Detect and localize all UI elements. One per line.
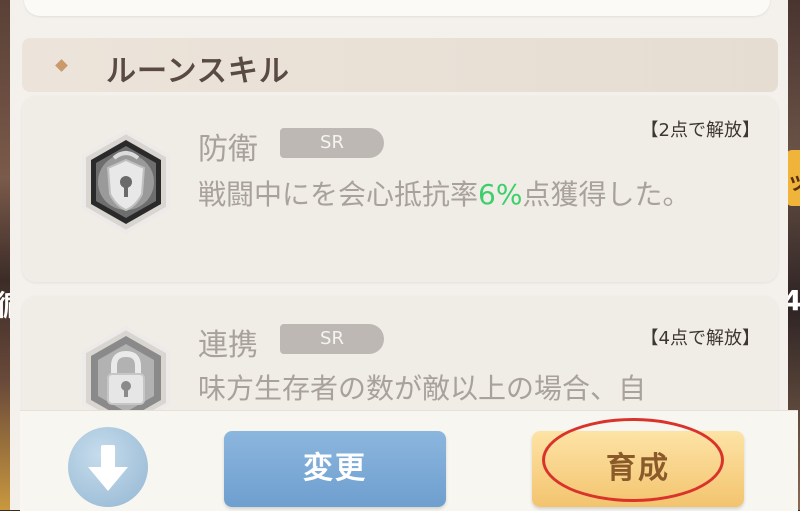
rarity-badge: SR [280, 324, 384, 354]
unlock-requirement: 【4点で解放】 [640, 328, 760, 349]
change-button[interactable]: 変更 [224, 431, 446, 507]
skill-description-text: 点獲得した。 [522, 178, 691, 211]
background-badge-text: ッ [787, 170, 800, 195]
unlock-requirement: 【2点で解放】 [640, 120, 760, 141]
section-title: ルーンスキル [106, 54, 290, 89]
section-header: ルーンスキル [22, 38, 778, 92]
skill-description: 味方生存者の数が敵以上の場合、自 [198, 372, 647, 405]
rarity-badge: SR [280, 128, 384, 158]
skill-description: 戦闘中にを会心抵抗率6%点獲得した。 [198, 172, 738, 218]
bottom-action-bar: 変更 育成 [20, 410, 798, 511]
scroll-down-button[interactable] [68, 427, 148, 507]
previous-card-edge [24, 0, 770, 16]
background-badge: ッ [786, 150, 800, 206]
skill-value-highlight: 6% [478, 178, 523, 211]
shield-lock-icon [82, 130, 170, 234]
skill-name: 連携 [198, 328, 258, 363]
skill-name: 防衛 [198, 132, 258, 167]
arrow-down-icon [88, 445, 128, 491]
skill-description-text: 戦闘中にを会心抵抗率 [198, 178, 479, 211]
grow-button[interactable]: 育成 [532, 431, 744, 507]
rune-skill-panel: ルーンスキル 防衛 SR 【2点で解放】 戦闘中にを会心抵抗率6%点獲得した。 [10, 0, 798, 511]
skill-card-defense[interactable]: 防衛 SR 【2点で解放】 戦闘中にを会心抵抗率6%点獲得した。 [22, 96, 778, 282]
diamond-icon [55, 59, 68, 72]
